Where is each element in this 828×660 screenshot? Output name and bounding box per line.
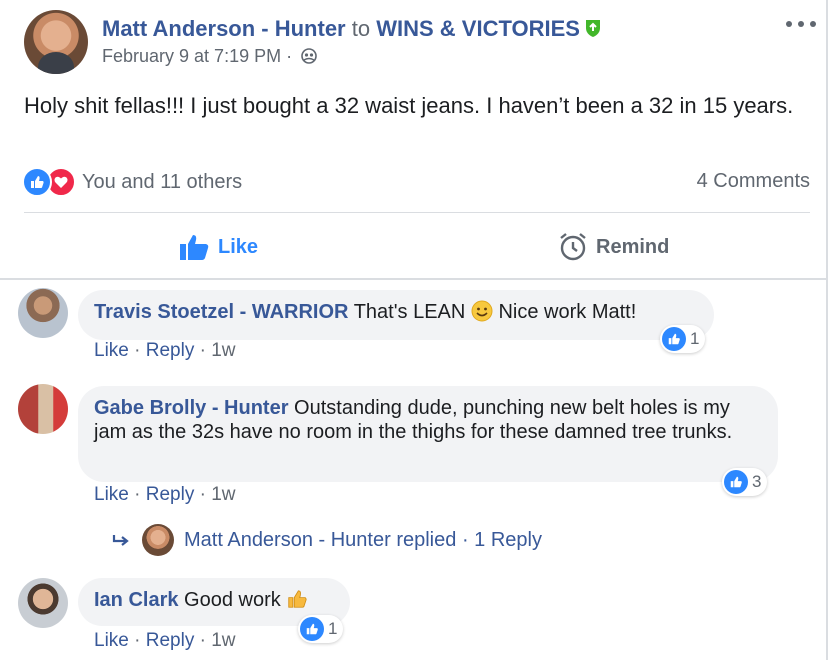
meta-separator: ·: [286, 46, 293, 66]
like-button-label: Like: [218, 235, 259, 258]
comment-text: That's LEAN: [353, 301, 466, 323]
comment-reaction-badge[interactable]: 1: [298, 615, 344, 643]
comment-reply-link[interactable]: Reply: [146, 484, 195, 505]
author-avatar[interactable]: [24, 10, 88, 74]
comment-text: Good work: [184, 589, 281, 611]
comment-bubble: Travis Stoetzel - WARRIOR That's LEAN Ni…: [78, 290, 714, 340]
comment-reaction-badge[interactable]: 1: [660, 325, 706, 353]
comment-bubble: Gabe Brolly - Hunter Outstanding dude, p…: [78, 386, 778, 482]
reply-author-avatar[interactable]: [142, 524, 174, 556]
comment-actions: Like · Reply · 1w: [94, 340, 236, 361]
post-timestamp-link[interactable]: February 9 at 7:19 PM: [102, 46, 281, 66]
comment-like-link[interactable]: Like: [94, 484, 129, 505]
like-button[interactable]: Like: [178, 228, 258, 266]
reply-count: 1 Reply: [474, 529, 542, 551]
post-card: Matt Anderson - Hunter to WINS & VICTORI…: [0, 0, 828, 660]
like-reaction-icon: [300, 617, 324, 641]
comment-time[interactable]: 1w: [211, 340, 235, 361]
commenter-avatar[interactable]: [18, 288, 68, 338]
more-options-icon[interactable]: [786, 14, 816, 34]
comment-text-continued: Nice work Matt!: [492, 301, 637, 323]
reactions-summary[interactable]: You and 11 others: [22, 166, 242, 198]
alarm-clock-icon: [560, 233, 586, 261]
audience-members-icon[interactable]: [301, 48, 317, 64]
section-divider: [0, 278, 826, 280]
reply-author-text: Matt Anderson - Hunter replied: [184, 529, 457, 551]
smiley-emoji-icon: [471, 300, 493, 322]
commenter-avatar[interactable]: [18, 384, 68, 434]
author-name-link[interactable]: Matt Anderson - Hunter: [102, 16, 346, 41]
comment-reaction-badge[interactable]: 3: [722, 468, 768, 496]
like-reaction-icon: [662, 327, 686, 351]
comment-time[interactable]: 1w: [211, 484, 235, 505]
post-meta: February 9 at 7:19 PM ·: [102, 46, 317, 67]
comment-like-link[interactable]: Like: [94, 630, 129, 651]
like-reaction-icon: [22, 167, 52, 197]
group-name-link[interactable]: WINS & VICTORIES: [376, 16, 580, 41]
remind-button-label: Remind: [596, 235, 670, 258]
group-badge-icon: [584, 18, 602, 38]
commenter-name-link[interactable]: Ian Clark: [94, 589, 178, 611]
thumbs-up-icon: [180, 235, 209, 260]
commenter-name-link[interactable]: Travis Stoetzel - WARRIOR: [94, 301, 349, 323]
comment-reply-link[interactable]: Reply: [146, 340, 195, 361]
reaction-count: 1: [328, 619, 338, 638]
post-header: Matt Anderson - Hunter to WINS & VICTORI…: [102, 16, 602, 42]
like-reaction-icon: [724, 470, 748, 494]
reaction-count: 3: [752, 472, 762, 491]
reply-arrow-icon: [112, 533, 132, 554]
divider: [24, 212, 810, 213]
comment-like-link[interactable]: Like: [94, 340, 129, 361]
comment-time[interactable]: 1w: [211, 630, 235, 651]
comment-reply-link[interactable]: Reply: [146, 630, 195, 651]
header-connector: to: [351, 16, 371, 41]
commenter-avatar[interactable]: [18, 578, 68, 628]
comments-count-link[interactable]: 4 Comments: [697, 170, 810, 193]
reaction-count: 1: [690, 329, 700, 348]
view-replies-link[interactable]: Matt Anderson - Hunter replied · 1 Reply: [184, 529, 542, 552]
commenter-name-link[interactable]: Gabe Brolly - Hunter: [94, 397, 288, 419]
remind-button[interactable]: Remind: [558, 228, 669, 266]
comment-actions: Like · Reply · 1w: [94, 484, 236, 505]
reactions-text: You and 11 others: [82, 170, 243, 193]
post-body-text: Holy shit fellas!!! I just bought a 32 w…: [24, 93, 794, 118]
thumbs-up-emoji-icon: [286, 588, 308, 610]
comment-actions: Like · Reply · 1w: [94, 630, 236, 651]
